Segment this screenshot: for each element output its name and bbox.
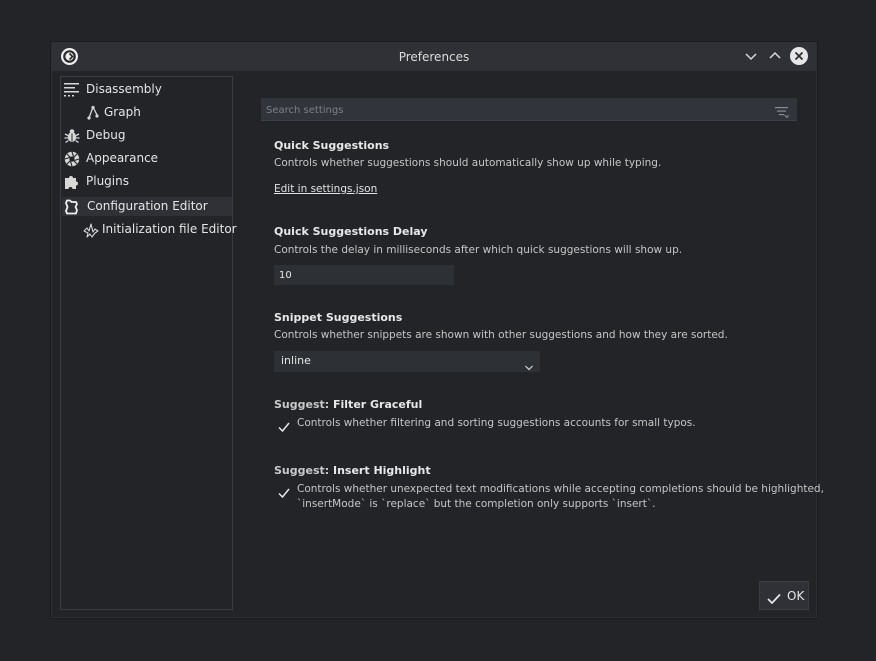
sidebar-item-label: Debug	[86, 128, 126, 142]
disassembly-icon	[64, 82, 80, 98]
sidebar-item-disassembly[interactable]: Disassembly	[62, 80, 232, 99]
init-file-icon	[83, 222, 99, 238]
sidebar-item-initialization-file-editor[interactable]: Initialization file Editor	[62, 220, 237, 239]
sidebar-item-label: Graph	[104, 105, 141, 119]
setting-prefix: Suggest:	[274, 464, 333, 477]
quick-suggestions-delay-input[interactable]	[274, 265, 454, 285]
settings-panel: Quick Suggestions Controls whether sugge…	[242, 76, 824, 616]
maximize-button[interactable]	[766, 47, 784, 65]
setting-description: `insertMode` is `replace` but the comple…	[297, 498, 656, 510]
puzzle-icon	[64, 174, 80, 190]
search-input[interactable]	[264, 100, 768, 120]
bug-icon	[64, 128, 80, 144]
preferences-dialog: Preferences Disassembly Graph Debug Appe…	[51, 42, 824, 618]
window-title: Preferences	[398, 50, 470, 64]
minimize-button[interactable]	[742, 47, 760, 65]
checkmark-icon	[278, 422, 290, 433]
edit-in-settings-json-link[interactable]: Edit in settings.json	[274, 183, 377, 195]
insert-highlight-checkbox[interactable]	[278, 484, 290, 499]
sidebar-item-label: Disassembly	[86, 82, 162, 96]
search-bar	[261, 98, 797, 121]
sidebar-item-graph[interactable]: Graph	[62, 103, 232, 122]
checkmark-icon	[278, 488, 290, 499]
select-value: inline	[281, 354, 311, 367]
ok-button[interactable]: OK	[759, 581, 809, 610]
config-editor-icon	[64, 199, 80, 215]
filter-graceful-checkbox[interactable]	[278, 418, 290, 433]
sidebar-item-appearance[interactable]: Appearance	[62, 149, 232, 168]
setting-title: Suggest: Insert Highlight	[274, 464, 431, 477]
chevron-down-icon	[745, 53, 757, 61]
setting-description: Controls whether filtering and sorting s…	[297, 417, 696, 429]
setting-title: Quick Suggestions Delay	[274, 225, 428, 238]
chevron-down-icon	[524, 357, 534, 376]
filter-icon[interactable]	[775, 103, 789, 119]
preferences-sidebar: Disassembly Graph Debug Appearance Plugi…	[60, 76, 237, 610]
setting-description: Controls whether suggestions should auto…	[274, 157, 662, 169]
sidebar-item-configuration-editor[interactable]: Configuration Editor	[62, 197, 232, 216]
setting-title: Suggest: Filter Graceful	[274, 398, 422, 411]
setting-prefix: Suggest:	[274, 398, 333, 411]
sidebar-item-plugins[interactable]: Plugins	[62, 172, 232, 191]
sidebar-item-debug[interactable]: Debug	[62, 126, 232, 145]
checkmark-icon	[767, 590, 781, 609]
chevron-up-icon	[769, 51, 781, 59]
setting-name: Insert Highlight	[333, 464, 431, 477]
sidebar-item-label: Appearance	[86, 151, 159, 165]
graph-icon	[85, 105, 101, 121]
setting-name: Filter Graceful	[333, 398, 423, 411]
setting-title: Snippet Suggestions	[274, 311, 403, 324]
setting-title: Quick Suggestions	[274, 139, 390, 152]
sidebar-item-label: Configuration Editor	[87, 199, 208, 213]
snippet-suggestions-select[interactable]: inline	[274, 351, 540, 372]
setting-description: Controls whether snippets are shown with…	[274, 329, 728, 341]
setting-description: Controls whether unexpected text modific…	[297, 483, 824, 495]
sidebar-item-label: Initialization file Editor	[102, 222, 237, 236]
close-icon	[794, 51, 804, 61]
aperture-icon	[64, 151, 80, 167]
titlebar: Preferences	[52, 43, 816, 71]
setting-description: Controls the delay in milliseconds after…	[274, 244, 683, 256]
close-button[interactable]	[790, 47, 808, 65]
sidebar-item-label: Plugins	[86, 174, 129, 188]
ok-button-label: OK	[787, 589, 805, 603]
